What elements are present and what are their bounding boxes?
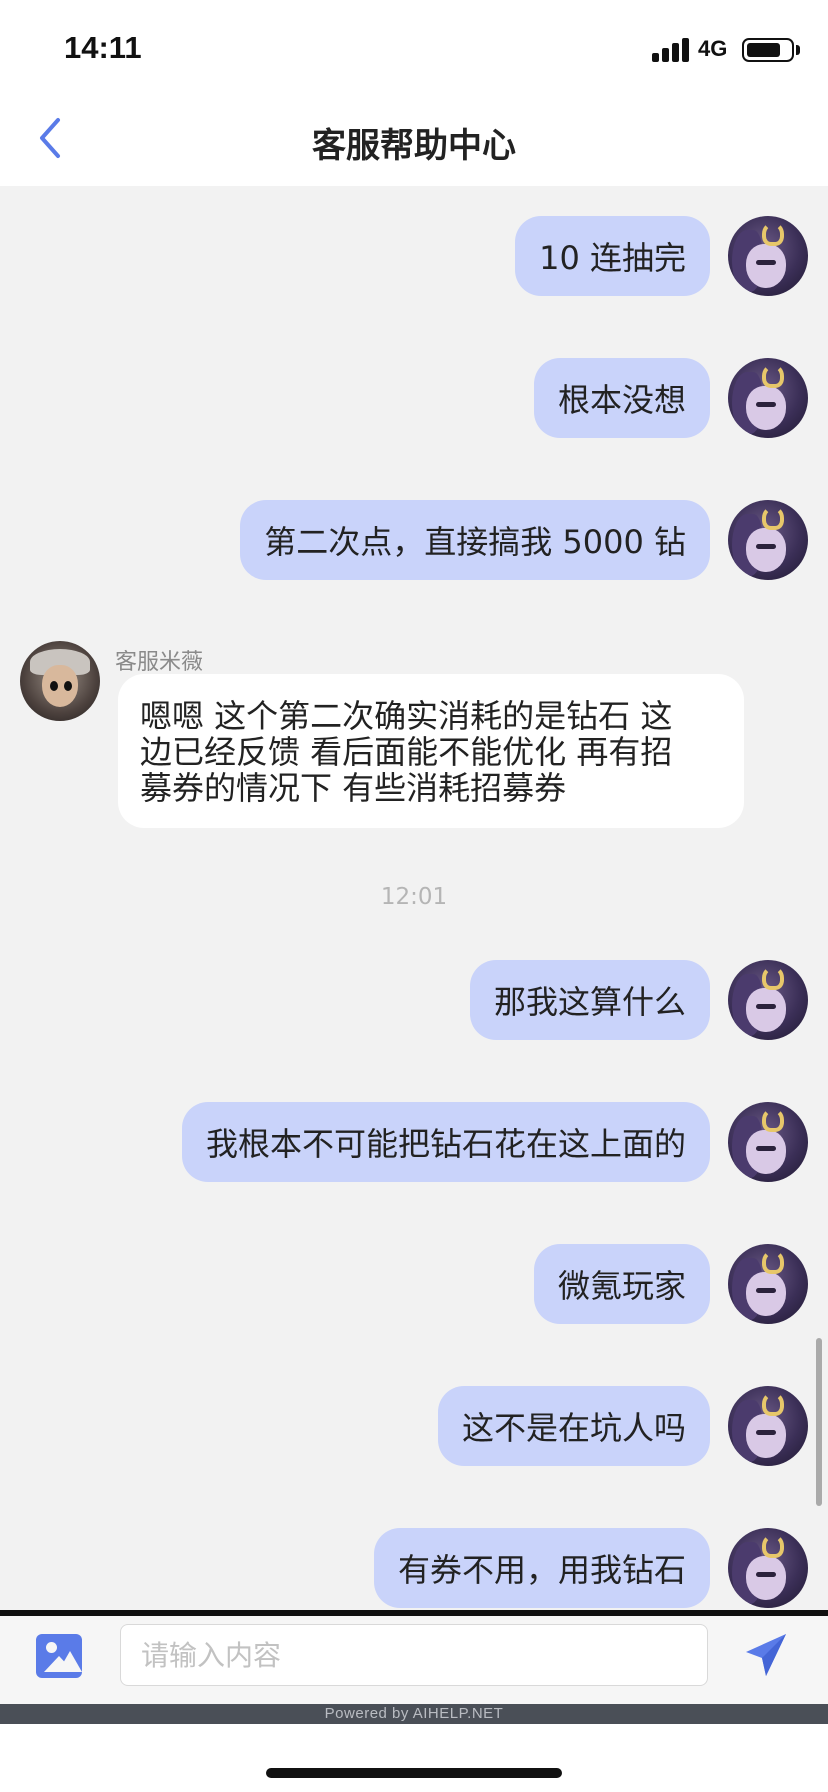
- agent-avatar[interactable]: [20, 641, 100, 721]
- user-avatar[interactable]: [728, 1244, 808, 1324]
- message-row: 根本没想: [533, 358, 808, 438]
- user-avatar[interactable]: [728, 500, 808, 580]
- agent-message-line: 边已经反馈 看后面能不能优化 再有招: [140, 733, 673, 771]
- message-row: 那我这算什么: [469, 960, 808, 1040]
- agent-message-bubble[interactable]: 嗯嗯 这个第二次确实消耗的是钻石 这 边已经反馈 看后面能不能优化 再有招 募券…: [118, 674, 744, 828]
- agent-message-line: 嗯嗯 这个第二次确实消耗的是钻石 这: [140, 697, 673, 735]
- user-avatar[interactable]: [728, 1102, 808, 1182]
- status-time: 14:11: [64, 30, 142, 65]
- message-input[interactable]: [120, 1624, 708, 1686]
- user-avatar[interactable]: [728, 1386, 808, 1466]
- user-avatar[interactable]: [728, 1528, 808, 1608]
- image-upload-icon[interactable]: [36, 1634, 82, 1678]
- message-row: 我根本不可能把钻石花在这上面的: [181, 1102, 808, 1182]
- page-title: 客服帮助中心: [312, 126, 516, 166]
- user-message-bubble[interactable]: 第二次点，直接搞我 5000 钻: [240, 500, 710, 580]
- nav-bar: 客服帮助中心: [0, 96, 828, 186]
- user-avatar[interactable]: [728, 358, 808, 438]
- powered-by-footer: Powered by AIHELP.NET: [0, 1704, 828, 1724]
- home-indicator[interactable]: [266, 1768, 562, 1778]
- bottom-safe-area: [0, 1724, 828, 1792]
- user-message-bubble[interactable]: 10 连抽完: [515, 216, 710, 296]
- user-message-bubble[interactable]: 那我这算什么: [469, 960, 710, 1040]
- battery-level: [747, 43, 780, 57]
- battery-cap: [796, 45, 800, 55]
- agent-message-line: 募券的情况下 有些消耗招募券: [140, 769, 567, 807]
- message-row: 有券不用，用我钻石: [373, 1528, 808, 1608]
- agent-name: 客服米薇: [115, 650, 204, 675]
- status-bar: 14:11 4G: [0, 0, 828, 96]
- user-message-bubble[interactable]: 有券不用，用我钻石: [373, 1528, 710, 1608]
- send-icon[interactable]: [742, 1630, 790, 1680]
- chat-scrollbar[interactable]: [816, 1338, 822, 1506]
- user-avatar[interactable]: [728, 960, 808, 1040]
- message-row: 10 连抽完: [515, 216, 808, 296]
- message-row: 微氪玩家: [533, 1244, 808, 1324]
- chat-area[interactable]: 10 连抽完 根本没想 第二次点，直接搞我 5000 钻 客服米薇 嗯嗯 这个第…: [0, 186, 828, 1612]
- message-row: 第二次点，直接搞我 5000 钻: [240, 500, 808, 580]
- user-message-bubble[interactable]: 这不是在坑人吗: [437, 1386, 710, 1466]
- user-message-bubble[interactable]: 根本没想: [533, 358, 710, 438]
- user-avatar[interactable]: [728, 216, 808, 296]
- battery-icon: [742, 38, 794, 62]
- signal-icon: [652, 36, 692, 62]
- network-type: 4G: [698, 36, 728, 61]
- input-bar: [0, 1610, 828, 1704]
- message-timestamp: 12:01: [380, 884, 448, 910]
- user-message-bubble[interactable]: 我根本不可能把钻石花在这上面的: [181, 1102, 710, 1182]
- message-row: 这不是在坑人吗: [437, 1386, 808, 1466]
- user-message-bubble[interactable]: 微氪玩家: [533, 1244, 710, 1324]
